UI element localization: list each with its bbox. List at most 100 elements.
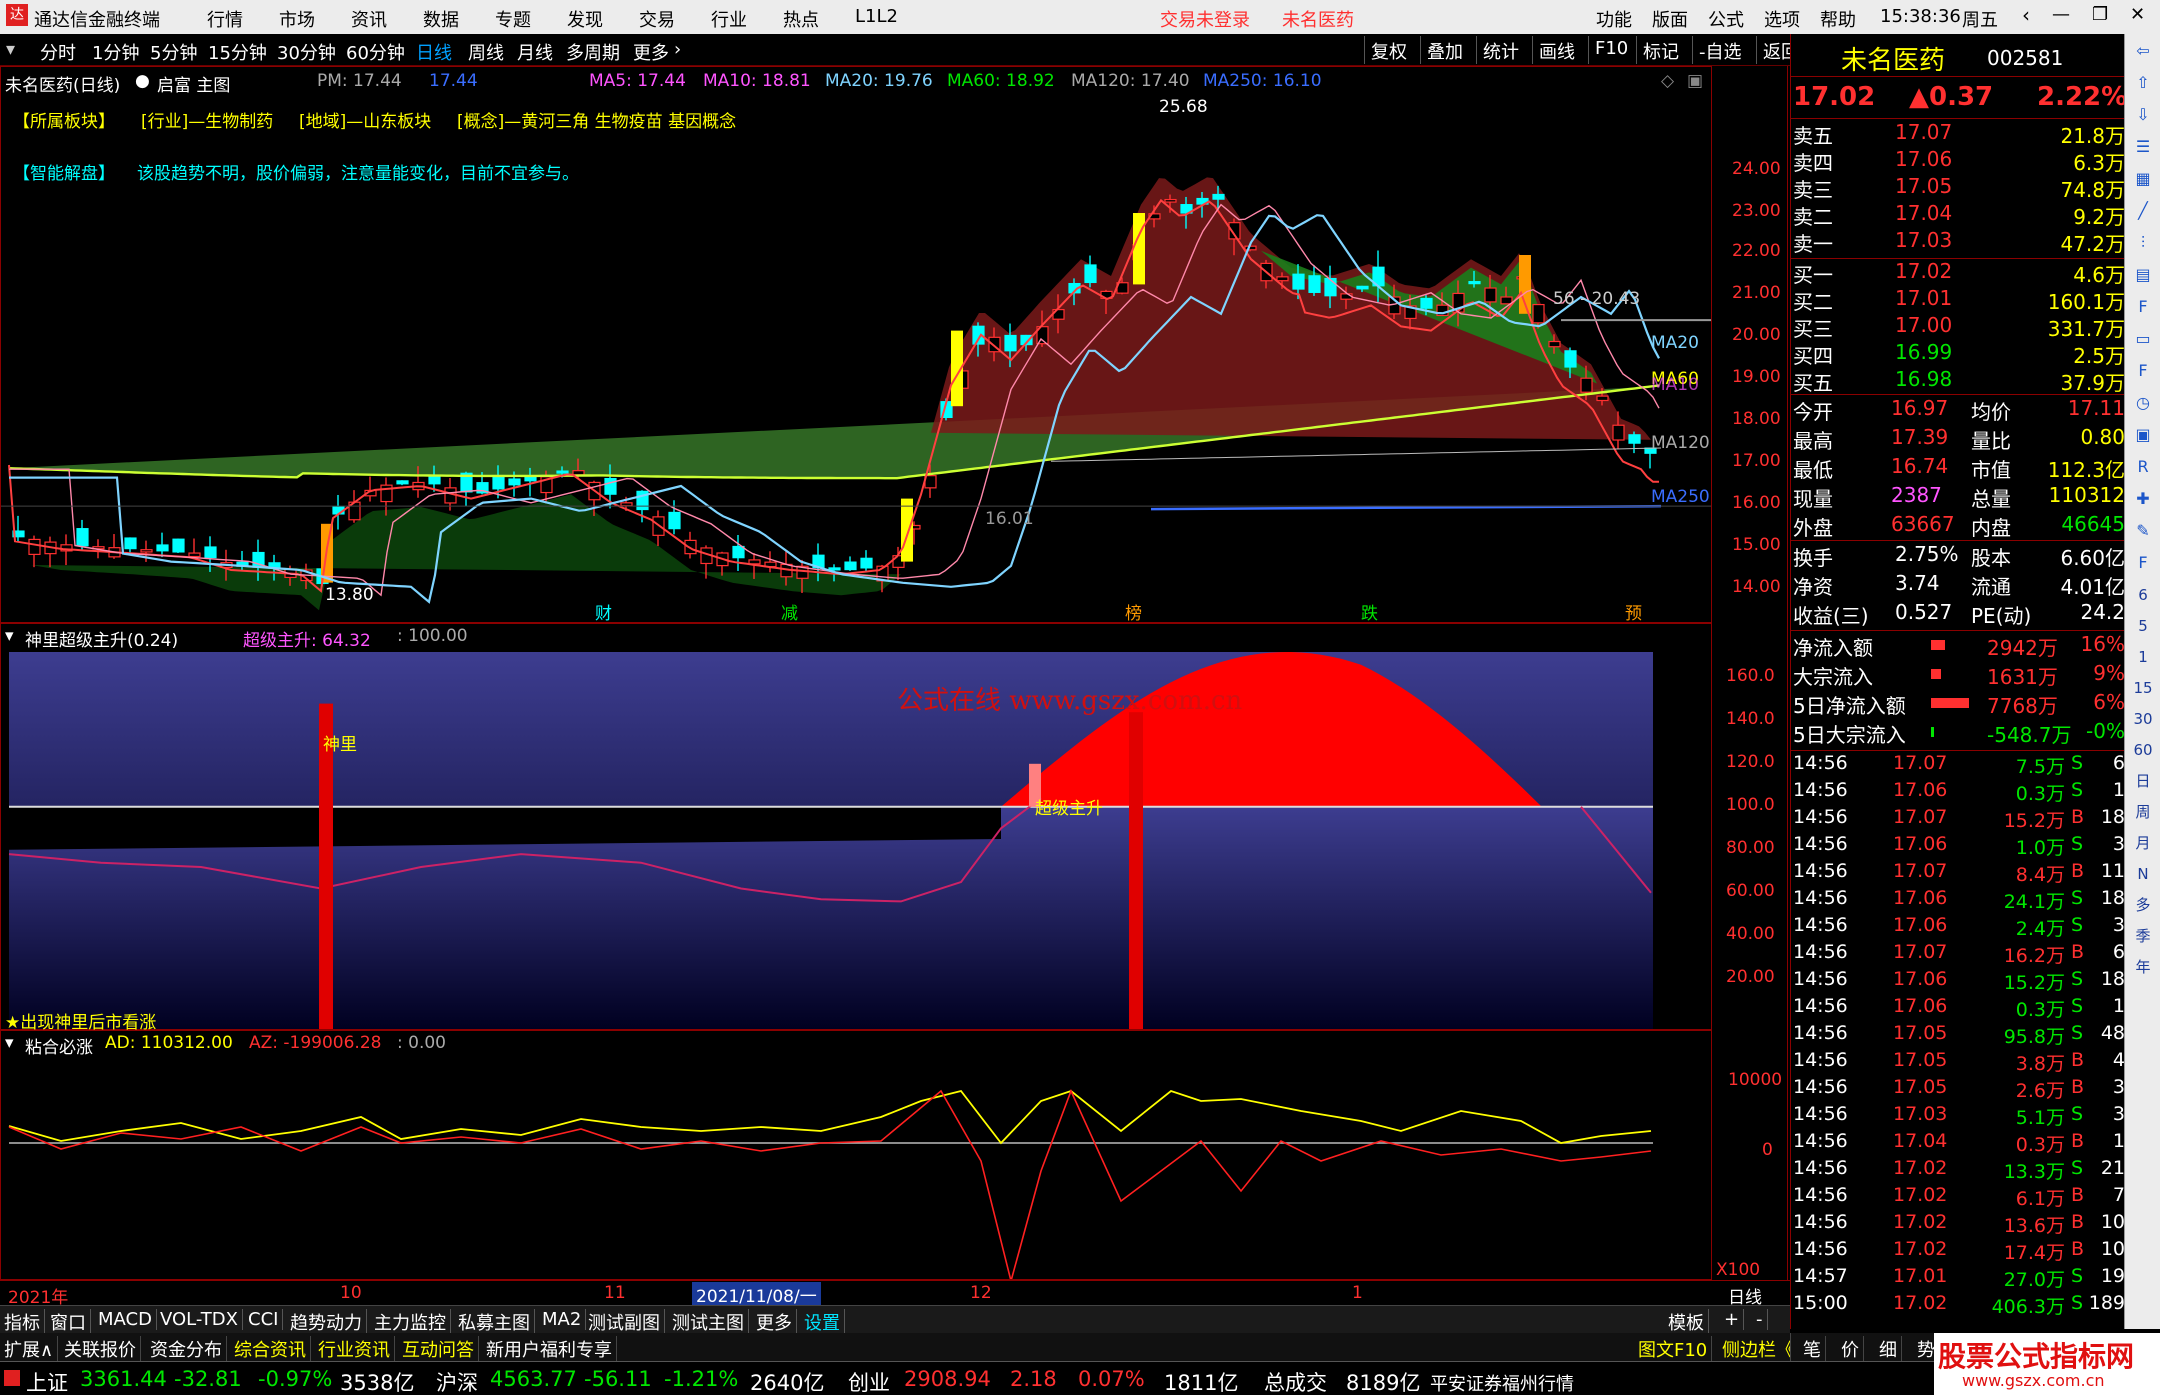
tab-more[interactable]: 更多	[752, 1309, 797, 1335]
tick-row[interactable]: 14:56 17.02 17.4万 B 10	[1791, 1238, 2131, 1265]
side-period-12[interactable]: 年	[2129, 954, 2157, 980]
main-formula-name[interactable]: 启富 主图	[157, 71, 230, 96]
tab-zhuli[interactable]: 主力监控	[370, 1309, 451, 1335]
side-period-2[interactable]: 1	[2129, 644, 2157, 670]
marker-die[interactable]: 跌	[1361, 599, 1378, 624]
side-period-8[interactable]: 月	[2129, 830, 2157, 856]
tab-guanlian[interactable]: 关联报价	[60, 1336, 141, 1362]
indicator1-title[interactable]: 神里超级主升(0.24)	[25, 626, 178, 651]
btn-template[interactable]: 模板	[1664, 1309, 1709, 1335]
menu-zhuanti[interactable]: 专题	[495, 6, 531, 32]
ask-row[interactable]: 卖五 17.07 21.8万	[1791, 120, 2131, 148]
side-period-9[interactable]: N	[2129, 861, 2157, 887]
tab-expand[interactable]: 扩展∧	[0, 1336, 59, 1362]
indicator1-menu-icon[interactable]: ▾	[5, 626, 14, 646]
tab-chuangkou[interactable]: 窗口	[46, 1309, 91, 1335]
indicator1-panel[interactable]: ▾ 神里超级主升(0.24) 超级主升: 64.32 : 100.00 公式在线…	[0, 623, 1712, 1033]
pen-icon[interactable]: ✎	[2129, 518, 2157, 544]
sector-industry[interactable]: [行业]—生物制药	[141, 107, 273, 132]
tab-tuwen-f10[interactable]: 图文F10	[1634, 1336, 1713, 1362]
tab-cci[interactable]: CCI	[244, 1309, 284, 1330]
period-monthly[interactable]: 月线	[517, 39, 553, 65]
nav-back-icon[interactable]: ‹	[2022, 3, 2030, 27]
tick-row[interactable]: 14:56 17.07 16.2万 B 6	[1791, 941, 2131, 968]
indicator2-svg[interactable]	[1, 1031, 1711, 1279]
tick-row[interactable]: 14:57 17.01 27.0万 S 19	[1791, 1265, 2131, 1292]
menu-zixun[interactable]: 资讯	[351, 6, 387, 32]
tab-settings[interactable]: 设置	[800, 1309, 845, 1335]
login-status[interactable]: 交易未登录	[1160, 6, 1250, 32]
tick-row[interactable]: 14:56 17.06 15.2万 S 18	[1791, 968, 2131, 995]
tab-jia[interactable]: 价	[1837, 1336, 1864, 1362]
btn-diejia[interactable]: 叠加	[1420, 36, 1469, 64]
restore-icon[interactable]: ❐	[2092, 4, 2108, 25]
tick-row[interactable]: 14:56 17.05 95.8万 S 48	[1791, 1022, 2131, 1049]
tab-sidebar[interactable]: 侧边栏《	[1718, 1336, 1799, 1362]
side-period-10[interactable]: 多	[2129, 892, 2157, 918]
tab-zijin[interactable]: 资金分布	[146, 1336, 227, 1362]
tab-hudong[interactable]: 互动问答	[398, 1336, 479, 1362]
tick-row[interactable]: 14:56 17.07 8.4万 B 11	[1791, 860, 2131, 887]
menu-faxian[interactable]: 发现	[567, 6, 603, 32]
minimize-icon[interactable]: —	[2052, 4, 2070, 25]
close-icon[interactable]: ✕	[2130, 4, 2145, 25]
period-menu-icon[interactable]: ▾	[6, 39, 15, 60]
marker-jian[interactable]: 减	[781, 599, 798, 624]
tick-row[interactable]: 14:56 17.06 24.1万 S 18	[1791, 887, 2131, 914]
f10-icon[interactable]: F	[2129, 294, 2157, 320]
tab-ma2[interactable]: MA2	[538, 1309, 587, 1330]
period-15min[interactable]: 15分钟	[208, 39, 267, 65]
tab-vol-tdx[interactable]: VOL-TDX	[156, 1309, 243, 1330]
tick-row[interactable]: 14:56 17.07 15.2万 B 18	[1791, 806, 2131, 833]
indicator2-panel[interactable]: ▾ 粘合必涨 AD: 110312.00 AZ: -199006.28 : 0.…	[0, 1030, 1712, 1280]
kline-icon[interactable]: ⫶	[2129, 230, 2157, 256]
marker-yu[interactable]: 预	[1625, 599, 1642, 624]
clock-icon[interactable]: ◷	[2129, 390, 2157, 416]
tick-row[interactable]: 14:56 17.05 2.6万 B 3	[1791, 1076, 2131, 1103]
indicator2-menu-icon[interactable]: ▾	[5, 1033, 14, 1053]
side-period-3[interactable]: 15	[2129, 675, 2157, 701]
chart-icon[interactable]: ▣	[2129, 422, 2157, 448]
menu-gongneng[interactable]: 功能	[1596, 6, 1632, 32]
btn-plus[interactable]: +	[1720, 1309, 1745, 1330]
menu-jiaoyi[interactable]: 交易	[639, 6, 675, 32]
side-period-6[interactable]: 日	[2129, 768, 2157, 794]
tick-row[interactable]: 15:00 17.02 406.3万 S 189	[1791, 1292, 2131, 1319]
marker-bang[interactable]: 榜	[1125, 599, 1142, 624]
indicator2-title[interactable]: 粘合必涨	[25, 1033, 93, 1058]
tab-zhibiao[interactable]: 指标	[0, 1309, 45, 1335]
tick-row[interactable]: 14:56 17.02 13.3万 S 21	[1791, 1157, 2131, 1184]
down-icon[interactable]: ⇩	[2129, 102, 2157, 128]
tab-bi[interactable]: 笔	[1799, 1336, 1826, 1362]
period-more[interactable]: 更多	[633, 39, 669, 65]
bid-row[interactable]: 买二 17.01 160.1万	[1791, 286, 2131, 314]
btn-fuquan[interactable]: 复权	[1364, 36, 1413, 64]
hs-label[interactable]: 沪深	[436, 1367, 478, 1395]
bid-row[interactable]: 买四 16.99 2.5万	[1791, 340, 2131, 368]
menu-gongshi[interactable]: 公式	[1708, 6, 1744, 32]
tick-row[interactable]: 14:56 17.04 0.3万 B 1	[1791, 1130, 2131, 1157]
tab-simu[interactable]: 私募主图	[454, 1309, 535, 1335]
sh-label[interactable]: 上证	[26, 1367, 68, 1395]
main-chart-panel[interactable]: 未名医药(日线) ● 启富 主图 PM: 17.44 17.44 MA5: 17…	[0, 66, 1712, 624]
ask-row[interactable]: 卖四 17.06 6.3万	[1791, 147, 2131, 175]
doc-icon[interactable]: ▭	[2129, 326, 2157, 352]
btn-huaxian[interactable]: 画线	[1532, 36, 1581, 64]
chart-collapse-icon[interactable]: ▣	[1687, 71, 1703, 91]
menu-hangqing[interactable]: 行情	[207, 6, 243, 32]
main-kline-svg[interactable]	[1, 67, 1711, 622]
tab-ceshi-futu[interactable]: 测试副图	[584, 1309, 665, 1335]
ask-row[interactable]: 卖一 17.03 47.2万	[1791, 228, 2131, 256]
side-period-5[interactable]: 60	[2129, 737, 2157, 763]
tab-hangye[interactable]: 行业资讯	[314, 1336, 395, 1362]
tick-row[interactable]: 14:56 17.06 0.3万 S 1	[1791, 779, 2131, 806]
grid-icon[interactable]: ▦	[2129, 166, 2157, 192]
period-weekly[interactable]: 周线	[468, 39, 504, 65]
menu-banmian[interactable]: 版面	[1652, 6, 1688, 32]
side-period-11[interactable]: 季	[2129, 923, 2157, 949]
tick-row[interactable]: 14:56 17.06 0.3万 S 1	[1791, 995, 2131, 1022]
period-fenshi[interactable]: 分时	[40, 39, 76, 65]
bid-row[interactable]: 买五 16.98 37.9万	[1791, 367, 2131, 395]
bid-row[interactable]: 买一 17.02 4.6万	[1791, 259, 2131, 287]
side-period-4[interactable]: 30	[2129, 706, 2157, 732]
